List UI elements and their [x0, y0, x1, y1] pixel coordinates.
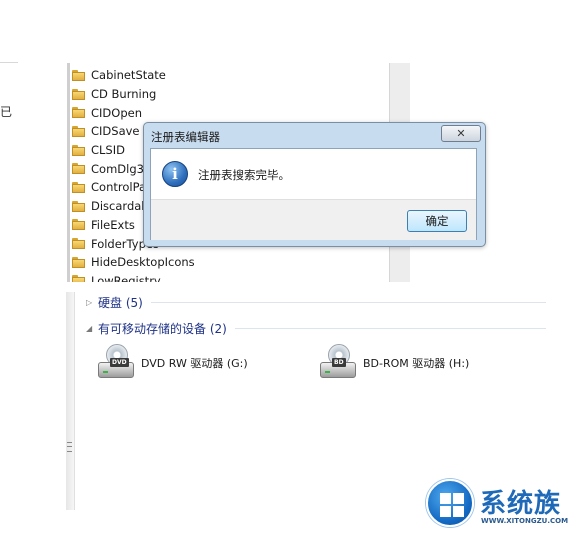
watermark-title: 系统族	[480, 489, 562, 519]
grip-icon	[67, 442, 72, 452]
registry-key-label: CIDOpen	[91, 105, 142, 120]
registry-key-label: CabinetState	[91, 68, 166, 83]
group-divider	[234, 328, 546, 329]
dialog-message: 注册表搜索完毕。	[198, 168, 290, 182]
group-header-removable-storage[interactable]: ◢ 有可移动存储的设备 (2)	[86, 320, 546, 337]
site-watermark: 系统族 WWW.XITONGZU.COM	[426, 479, 576, 533]
expand-arrow-icon: ▷	[86, 298, 93, 307]
folder-icon	[72, 275, 85, 282]
drive-badge: BD	[332, 358, 346, 367]
dialog-body: i 注册表搜索完毕。 确定	[150, 148, 477, 240]
windows-logo-icon	[426, 479, 474, 527]
folder-icon	[72, 144, 85, 156]
registry-key[interactable]: LowRegistry	[72, 272, 195, 282]
edge-text: 已	[0, 105, 13, 119]
folder-icon	[72, 107, 85, 119]
registry-key[interactable]: CIDOpen	[72, 103, 195, 122]
explorer-splitter[interactable]	[66, 292, 75, 510]
drive-label: DVD RW 驱动器 (G:)	[141, 357, 248, 370]
group-header-hard-disks[interactable]: ▷ 硬盘 (5)	[86, 294, 546, 311]
folder-icon	[72, 69, 85, 81]
registry-key-label: FileExts	[91, 217, 135, 232]
registry-key-label: CIDSave	[91, 124, 140, 139]
folder-icon	[72, 238, 85, 250]
dialog-title: 注册表编辑器	[151, 130, 220, 144]
registry-editor-dialog: 注册表编辑器 ✕ i 注册表搜索完毕。 确定	[143, 122, 486, 247]
edge-divider	[0, 62, 18, 63]
registry-key[interactable]: HideDesktopIcons	[72, 253, 195, 272]
drive-dvd-rw[interactable]: DVD DVD RW 驱动器 (G:)	[96, 344, 248, 382]
info-icon: i	[162, 161, 188, 187]
group-divider	[150, 302, 546, 303]
folder-icon	[72, 88, 85, 100]
drive-badge: DVD	[110, 358, 129, 367]
collapse-arrow-icon: ◢	[86, 324, 93, 333]
optical-drive-icon: DVD	[96, 344, 136, 382]
folder-icon	[72, 181, 85, 193]
registry-key-label: HideDesktopIcons	[91, 255, 195, 270]
registry-key[interactable]: CabinetState	[72, 66, 195, 85]
registry-key-label: CD Burning	[91, 87, 157, 102]
folder-icon	[72, 256, 85, 268]
group-header-label: 硬盘 (5)	[98, 296, 143, 310]
optical-drive-icon: BD	[318, 344, 358, 382]
group-header-label: 有可移动存储的设备 (2)	[98, 322, 227, 336]
drive-label: BD-ROM 驱动器 (H:)	[363, 357, 470, 370]
folder-icon	[72, 163, 85, 175]
dialog-footer: 确定	[151, 199, 476, 240]
registry-key-label: CLSID	[91, 143, 125, 158]
folder-icon	[72, 219, 85, 231]
folder-icon	[72, 125, 85, 137]
close-button[interactable]: ✕	[441, 125, 481, 142]
registry-key[interactable]: CD Burning	[72, 85, 195, 104]
registry-key-label: LowRegistry	[91, 273, 161, 282]
explorer-drives-panel: ▷ 硬盘 (5) ◢ 有可移动存储的设备 (2) DVD DVD RW 驱动器 …	[66, 292, 548, 510]
dialog-message-area: i 注册表搜索完毕。	[151, 149, 476, 199]
ok-button[interactable]: 确定	[407, 210, 467, 232]
folder-icon	[72, 200, 85, 212]
watermark-url: WWW.XITONGZU.COM	[481, 517, 569, 525]
close-icon: ✕	[456, 127, 466, 140]
drive-bd-rom[interactable]: BD BD-ROM 驱动器 (H:)	[318, 344, 469, 382]
